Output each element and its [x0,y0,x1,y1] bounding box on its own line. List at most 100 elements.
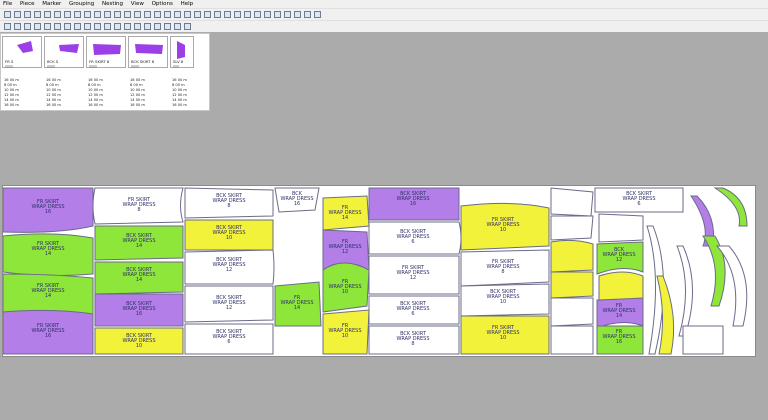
ungroup-tool-button[interactable] [234,11,241,18]
marker-piece[interactable]: BCK SKIRTWRAP DRESS6 [368,221,462,255]
marker-small-piece[interactable] [550,187,594,217]
marker-piece[interactable]: BCK SKIRTWRAP DRESS6 [184,323,274,355]
marker-piece[interactable]: FRWRAP DRESS14 [274,281,322,327]
calc-tool-button[interactable] [154,11,161,18]
prev-tool-button[interactable] [14,23,21,30]
help-tool-button[interactable] [314,11,321,18]
marker-piece[interactable]: FR SKIRTWRAP DRESS8 [460,249,550,287]
piece-column[interactable]: FR S |||||||| 16 00 m 8 00 m 10 00 m 12 … [2,36,42,110]
buffer-tool-button[interactable] [104,23,111,30]
cut-tool-button[interactable] [74,11,81,18]
fit-tool-button[interactable] [174,11,181,18]
marker-svg[interactable]: FR SKIRTWRAP DRESS16FR SKIRTWRAP DRESS14… [3,186,755,356]
piece-thumbnail[interactable]: BCK S |||||||| [44,36,84,68]
marker-piece[interactable]: FR SKIRTWRAP DRESS8 [92,187,184,225]
grid-tool-button[interactable] [124,11,131,18]
marker-piece[interactable]: BCK SKIRTWRAP DRESS14 [94,261,184,295]
marker-piece[interactable]: BCKWRAP DRESS16 [274,187,320,213]
marker-piece[interactable]: BCK SKIRTWRAP DRESS10 [94,327,184,355]
split-tool-button[interactable] [264,11,271,18]
marker-piece[interactable]: FR SKIRTWRAP DRESS14 [3,273,94,316]
piece-thumbnail[interactable]: FR S |||||||| [2,36,42,68]
flip-tool-button[interactable] [214,11,221,18]
print-tool-button[interactable] [54,11,61,18]
marker-piece[interactable]: BCK SKIRTWRAP DRESS16 [94,293,184,327]
list-tool-button[interactable] [134,11,141,18]
marker-piece[interactable]: BCK SKIRTWRAP DRESS12 [184,249,275,285]
menu-grouping[interactable]: Grouping [66,0,97,8]
copy2-tool-button[interactable] [84,23,91,30]
marker-piece[interactable]: FR SKIRTWRAP DRESS10 [460,202,550,251]
marker-small-piece[interactable] [550,297,594,327]
piece-column[interactable]: SLV 8 |||||| 16 00 m 8 00 m 10 00 m 12 0… [170,36,194,110]
marker-piece[interactable]: BCK SKIRTWRAP DRESS10 [184,219,274,251]
marker-piece[interactable]: FRWRAP DRESS16 [596,325,644,355]
piece-thumbnail[interactable]: FR SKIRT 8 |||||||| [86,36,126,68]
zoom-tool-button[interactable] [164,11,171,18]
view-tool-button[interactable] [184,23,191,30]
cut2-tool-button[interactable] [74,23,81,30]
menu-piece[interactable]: Piece [17,0,38,8]
lock-tool-button[interactable] [54,23,61,30]
marker-piece[interactable]: FR SKIRTWRAP DRESS16 [3,309,94,355]
props-tool-button[interactable] [304,11,311,18]
marker-piece[interactable]: FRWRAP DRESS10 [322,262,370,313]
redo-tool-button[interactable] [114,11,121,18]
zoomout-tool-button[interactable] [194,11,201,18]
marker-piece[interactable]: BCK SKIRTWRAP DRESS6 [368,295,460,325]
marker-piece[interactable]: BCK SKIRTWRAP DRESS16 [368,187,460,221]
marker-small-piece[interactable] [682,325,724,355]
back-tool-button[interactable] [4,11,11,18]
preview-tool-button[interactable] [64,11,71,18]
marker-small-piece[interactable] [598,213,644,243]
paste-tool-button[interactable] [94,11,101,18]
reset-tool-button[interactable] [144,23,151,30]
play-tool-button[interactable] [24,23,31,30]
marker-small-piece[interactable] [550,239,594,273]
trim-tool-button[interactable] [94,23,101,30]
marker-piece[interactable]: BCK SKIRTWRAP DRESS10 [460,283,550,317]
open-tool-button[interactable] [34,11,41,18]
menu-file[interactable]: File [0,0,15,8]
marker-small-piece[interactable] [550,271,594,299]
next-tool-button[interactable] [34,23,41,30]
remove-tool-button[interactable] [134,23,141,30]
marker-piece[interactable]: BCK SKIRTWRAP DRESS14 [94,225,184,261]
marker-small-piece[interactable] [550,215,594,241]
rotate-tool-button[interactable] [204,11,211,18]
align-tool-button[interactable] [254,11,261,18]
piece-thumbnail[interactable]: SLV 8 |||||| [170,36,194,68]
piece-thumbnail[interactable]: BCK SKIRT 8 |||||||| [128,36,168,68]
marker-small-piece[interactable] [713,187,748,227]
layers-tool-button[interactable] [174,23,181,30]
marker-canvas[interactable]: FR SKIRT WRAP DRESS 16 FR SKIRT WRAP DRESS 14… [2,185,756,357]
marker-piece[interactable]: BCKWRAP DRESS12 [596,241,644,275]
new-tool-button[interactable] [24,11,31,18]
marker-piece[interactable]: BCK SKIRTWRAP DRESS6 [594,187,684,213]
last-tool-button[interactable] [44,23,51,30]
marker-piece[interactable]: FR SKIRTWRAP DRESS12 [368,255,460,295]
notch-tool-button[interactable] [114,23,121,30]
menu-marker[interactable]: Marker [39,0,64,8]
piece-column[interactable]: FR SKIRT 8 |||||||| 16 00 m 8 00 m 10 00… [86,36,126,110]
first-tool-button[interactable] [4,23,11,30]
step-tool-button[interactable] [14,11,21,18]
config-tool-button[interactable] [164,23,171,30]
zoomin-tool-button[interactable] [184,11,191,18]
marker-piece[interactable]: BCK SKIRTWRAP DRESS8 [368,325,460,355]
marker-small-piece[interactable] [676,245,693,337]
marker-piece[interactable]: FR SKIRTWRAP DRESS14 [3,233,94,277]
menu-options[interactable]: Options [149,0,176,8]
marker-piece[interactable]: FRWRAP DRESS14 [322,195,370,231]
tile-tool-button[interactable] [244,11,251,18]
marker-small-piece[interactable] [550,325,594,355]
layer-tool-button[interactable] [294,11,301,18]
unlock-tool-button[interactable] [64,23,71,30]
marker-piece[interactable]: FRWRAP DRESS10 [322,309,370,355]
marker-piece[interactable]: FRWRAP DRESS14 [596,297,644,329]
marker-piece[interactable]: BCK SKIRTWRAP DRESS8 [184,187,274,219]
menu-view[interactable]: View [128,0,147,8]
merge-tool-button[interactable] [274,11,281,18]
menu-nesting[interactable]: Nesting [99,0,126,8]
add-tool-button[interactable] [124,23,131,30]
